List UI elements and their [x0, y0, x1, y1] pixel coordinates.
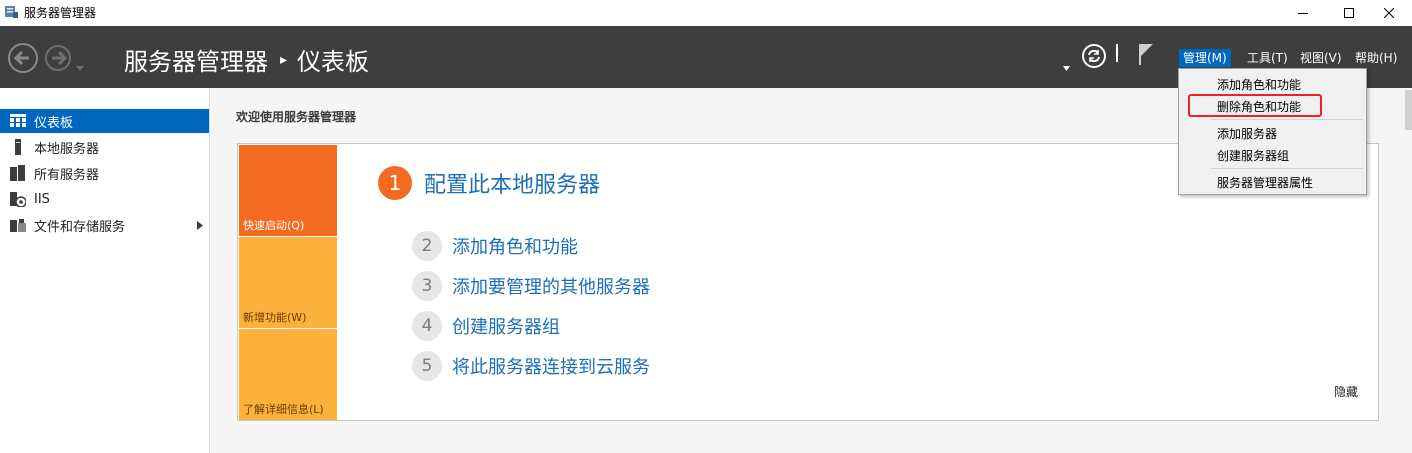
expand-arrow-icon[interactable] — [197, 219, 203, 234]
menu-item-add-servers[interactable]: 添加服务器 — [1217, 125, 1277, 142]
tile-label: 快速启动(Q) — [243, 219, 305, 232]
welcome-title: 欢迎使用服务器管理器 — [236, 110, 357, 124]
sidebar-item-dashboard[interactable]: 仪表板 — [0, 109, 209, 133]
chevron-down-icon — [76, 66, 84, 71]
tile-quick-start[interactable]: 快速启动(Q) — [239, 145, 337, 236]
step-link[interactable]: 添加要管理的其他服务器 — [452, 273, 650, 299]
step-number: 4 — [412, 311, 442, 341]
menu-separator — [1211, 119, 1363, 120]
notifications-button[interactable] — [1138, 42, 1154, 70]
close-button[interactable] — [1366, 0, 1412, 26]
sidebar-item-label: 本地服务器 — [34, 141, 100, 157]
sidebar-item-iis[interactable]: IIS — [0, 187, 209, 211]
flag-icon — [1139, 44, 1153, 65]
sidebar-item-label: IIS — [34, 191, 50, 207]
back-arrow-icon — [8, 43, 38, 73]
chevron-down-icon — [1063, 66, 1070, 71]
refresh-dropdown-button[interactable] — [1063, 56, 1070, 75]
breadcrumb-current: 仪表板 — [297, 48, 370, 76]
local-server-icon — [10, 139, 26, 155]
refresh-icon — [1082, 44, 1106, 68]
forward-button[interactable] — [42, 42, 74, 74]
step-link[interactable]: 将此服务器连接到云服务 — [452, 353, 650, 379]
forward-arrow-icon — [45, 45, 71, 71]
title-bar: 服务器管理器 — [0, 0, 1412, 26]
breadcrumb-separator-icon: ▸ — [280, 51, 288, 68]
step-link[interactable]: 添加角色和功能 — [452, 233, 578, 259]
sidebar-item-all-servers[interactable]: 所有服务器 — [0, 161, 209, 185]
file-storage-icon — [10, 217, 26, 233]
sidebar-item-file-storage[interactable]: 文件和存储服务 — [0, 213, 209, 237]
breadcrumb: 服务器管理器 ▸ 仪表板 — [124, 42, 369, 77]
sidebar-item-local-server[interactable]: 本地服务器 — [0, 135, 209, 159]
menu-help[interactable]: 帮助(H) — [1351, 49, 1401, 67]
tile-label: 了解详细信息(L) — [243, 403, 324, 416]
step-connect-cloud[interactable]: 5 将此服务器连接到云服务 — [412, 351, 650, 381]
hide-button[interactable]: 隐藏 — [1334, 383, 1358, 400]
refresh-button[interactable] — [1081, 43, 1107, 73]
sidebar-item-label: 文件和存储服务 — [34, 219, 126, 235]
window-title: 服务器管理器 — [24, 6, 97, 20]
server-manager-icon — [4, 4, 19, 19]
step-number: 3 — [412, 271, 442, 301]
step-number: 2 — [412, 231, 442, 261]
scrollbar[interactable] — [1405, 90, 1412, 130]
tile-label: 新增功能(W) — [243, 311, 307, 324]
menu-item-create-server-group[interactable]: 创建服务器组 — [1217, 147, 1289, 164]
step-link[interactable]: 配置此本地服务器 — [424, 167, 600, 199]
step-link[interactable]: 创建服务器组 — [452, 313, 560, 339]
dashboard-icon — [10, 113, 26, 129]
menu-view[interactable]: 视图(V) — [1296, 49, 1346, 67]
breadcrumb-root[interactable]: 服务器管理器 — [124, 42, 268, 77]
iis-icon — [10, 191, 26, 207]
tile-whats-new[interactable]: 新增功能(W) — [239, 237, 337, 328]
menu-manage[interactable]: 管理(M) — [1179, 49, 1231, 67]
all-servers-icon — [10, 165, 26, 181]
menu-tools[interactable]: 工具(T) — [1243, 49, 1292, 67]
step-number: 1 — [378, 166, 412, 200]
sidebar-item-label: 所有服务器 — [34, 167, 100, 183]
minimize-button[interactable] — [1280, 0, 1326, 26]
step-number: 5 — [412, 351, 442, 381]
header-divider — [1116, 44, 1118, 62]
step-configure-local-server[interactable]: 1 配置此本地服务器 — [378, 166, 600, 200]
back-button[interactable] — [7, 42, 39, 74]
menu-item-properties[interactable]: 服务器管理器属性 — [1217, 174, 1313, 191]
sidebar: 仪表板 本地服务器 所有服务器 IIS 文件和存储服务 — [0, 88, 210, 453]
step-add-servers[interactable]: 3 添加要管理的其他服务器 — [412, 271, 650, 301]
step-create-server-group[interactable]: 4 创建服务器组 — [412, 311, 560, 341]
menu-item-add-roles[interactable]: 添加角色和功能 — [1217, 76, 1301, 93]
menu-separator — [1211, 168, 1363, 169]
history-dropdown-button[interactable] — [76, 56, 84, 75]
step-add-roles[interactable]: 2 添加角色和功能 — [412, 231, 578, 261]
manage-menu: 添加角色和功能 删除角色和功能 添加服务器 创建服务器组 服务器管理器属性 — [1178, 68, 1367, 195]
tile-learn-more[interactable]: 了解详细信息(L) — [239, 329, 337, 420]
sidebar-item-label: 仪表板 — [34, 115, 74, 131]
highlight-annotation — [1188, 94, 1322, 117]
